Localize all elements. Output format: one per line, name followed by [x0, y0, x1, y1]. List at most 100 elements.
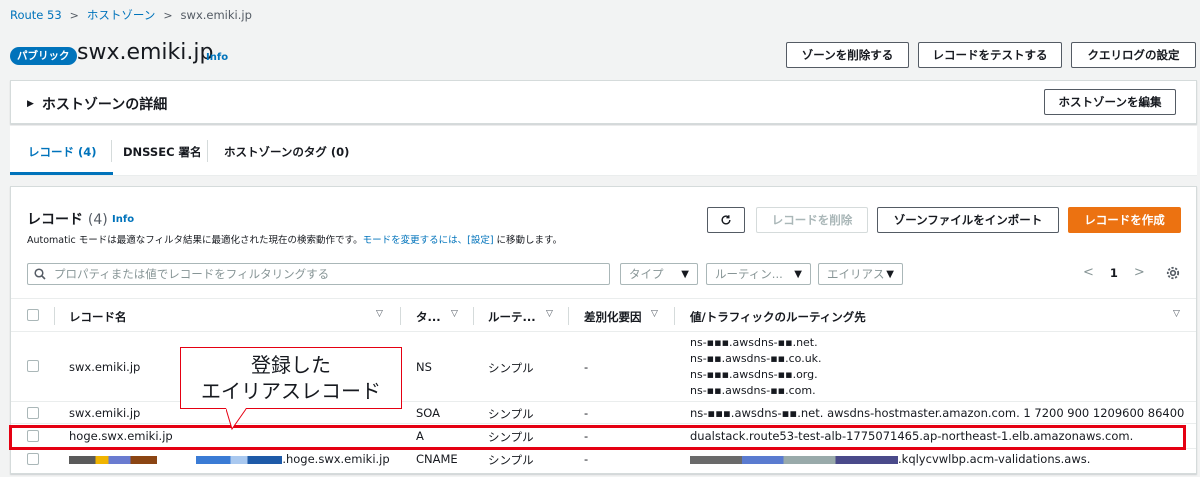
- record-name: swx.emiki.jp: [69, 406, 141, 420]
- pagination: < 1 >: [1083, 265, 1145, 280]
- caret-down-icon: ▼: [886, 268, 894, 280]
- delete-zone-button[interactable]: ゾーンを削除する: [786, 42, 909, 68]
- redacted-block: [690, 455, 898, 464]
- ns-value: ns-▪▪▪.awsdns-▪▪.net.: [690, 336, 818, 349]
- col-differentiator[interactable]: 差別化要因: [584, 309, 642, 325]
- chevron-right-icon: >: [69, 8, 79, 22]
- chevron-right-icon: >: [163, 8, 173, 22]
- test-record-button[interactable]: レコードをテストする: [918, 42, 1062, 68]
- breadcrumb-route53[interactable]: Route 53: [10, 8, 62, 22]
- search-input[interactable]: [52, 266, 592, 282]
- records-info-link[interactable]: Info: [112, 214, 134, 225]
- column-divider: [674, 307, 675, 325]
- column-divider: [54, 307, 55, 325]
- routing-filter-label: ルーティン...: [715, 267, 783, 281]
- ns-value: ns-▪▪▪.awsdns-▪▪.org.: [690, 368, 818, 381]
- tabs: レコード (4) DNSSEC 署名 ホストゾーンのタグ (0): [10, 126, 1197, 176]
- record-name: swx.emiki.jp: [69, 360, 141, 374]
- col-record-name[interactable]: レコード名: [69, 309, 127, 325]
- settings-link[interactable]: モードを変更するには、[設定]: [363, 235, 494, 246]
- search-icon: [34, 268, 46, 280]
- details-toggle[interactable]: ▶ ホストゾーンの詳細: [27, 94, 167, 114]
- details-title: ホストゾーンの詳細: [41, 97, 168, 113]
- breadcrumb: Route 53 > ホストゾーン > swx.emiki.jp: [10, 7, 252, 23]
- routing-filter-select[interactable]: ルーティン... ▼: [706, 263, 811, 285]
- tab-tags[interactable]: ホストゾーンのタグ (0): [224, 144, 349, 160]
- page-title: swx.emiki.jp: [77, 40, 214, 65]
- table-row[interactable]: .hoge.swx.emiki.jp CNAME シンプル - .kqlycvw…: [11, 450, 1196, 474]
- public-badge: パブリック: [10, 47, 77, 65]
- page-number[interactable]: 1: [1110, 266, 1118, 280]
- edit-zone-button[interactable]: ホストゾーンを編集: [1044, 89, 1176, 115]
- redacted-block: [69, 455, 157, 464]
- record-value-text: .kqlycvwlbp.acm-validations.aws.: [898, 452, 1091, 466]
- gear-icon[interactable]: [1166, 266, 1180, 280]
- info-link[interactable]: Info: [206, 52, 228, 63]
- type-filter-label: タイプ: [629, 267, 664, 281]
- caret-right-icon: ▶: [27, 99, 34, 109]
- annotation-callout: 登録した エイリアスレコード: [180, 347, 402, 409]
- breadcrumb-hosted-zones[interactable]: ホストゾーン: [87, 7, 155, 23]
- query-log-button[interactable]: クエリログの設定: [1071, 42, 1196, 68]
- select-all-checkbox[interactable]: [27, 309, 39, 321]
- record-value: .kqlycvwlbp.acm-validations.aws.: [690, 452, 1090, 466]
- create-record-button[interactable]: レコードを作成: [1068, 207, 1181, 233]
- column-divider: [568, 307, 569, 325]
- import-zone-file-button[interactable]: ゾーンファイルをインポート: [877, 207, 1059, 233]
- col-value[interactable]: 値/トラフィックのルーティング先: [690, 309, 866, 325]
- table-header: レコード名 ▽ タ... ▽ ルーテ... ▽ 差別化要因 ▽ 値/トラフィック…: [11, 298, 1196, 332]
- record-value: ns-▪▪▪.awsdns-▪▪.net. awsdns-hostmaster.…: [690, 406, 1185, 420]
- active-tab-indicator: [10, 172, 113, 175]
- row-checkbox[interactable]: [27, 407, 39, 419]
- record-diff: -: [584, 406, 589, 420]
- column-divider: [473, 307, 474, 325]
- callout-pointer: [226, 408, 247, 431]
- tab-divider: [111, 140, 112, 162]
- sort-icon[interactable]: ▽: [1173, 309, 1180, 319]
- record-diff: -: [584, 360, 589, 374]
- next-page-icon[interactable]: >: [1134, 265, 1145, 280]
- record-name: .hoge.swx.emiki.jp: [69, 452, 390, 466]
- delete-record-button[interactable]: レコードを削除: [756, 207, 868, 233]
- ns-value: ns-▪▪.awsdns-▪▪.co.uk.: [690, 352, 822, 365]
- alias-filter-label: エイリアス: [827, 267, 885, 281]
- records-description: Automatic モードは最適なフィルタ結果に最適化された現在の検索動作です。…: [27, 232, 562, 246]
- record-diff: -: [584, 452, 589, 466]
- record-type: NS: [416, 360, 432, 374]
- records-count: (4): [87, 212, 108, 228]
- sort-icon[interactable]: ▽: [651, 309, 658, 319]
- record-routing: シンプル: [488, 453, 534, 467]
- row-checkbox[interactable]: [27, 360, 39, 372]
- sort-icon[interactable]: ▽: [546, 309, 553, 319]
- tab-records[interactable]: レコード (4): [28, 144, 97, 160]
- redacted-block: [196, 455, 283, 464]
- record-routing: シンプル: [488, 407, 534, 421]
- breadcrumb-current: swx.emiki.jp: [180, 8, 252, 22]
- records-title-text: レコード: [27, 212, 83, 228]
- tab-dnssec[interactable]: DNSSEC 署名: [123, 144, 202, 160]
- col-type[interactable]: タ...: [416, 309, 441, 325]
- refresh-icon: [721, 215, 731, 225]
- row-checkbox[interactable]: [27, 453, 39, 465]
- records-title: レコード (4): [27, 209, 108, 229]
- refresh-button[interactable]: [707, 207, 745, 233]
- caret-down-icon: ▼: [681, 268, 689, 280]
- record-type: CNAME: [416, 452, 458, 466]
- ns-value: ns-▪▪.awsdns-▪▪.com.: [690, 384, 816, 397]
- record-type: SOA: [416, 406, 441, 420]
- hosted-zone-details-panel: ▶ ホストゾーンの詳細 ホストゾーンを編集: [10, 80, 1197, 124]
- sort-icon[interactable]: ▽: [376, 309, 383, 319]
- highlight-box: [9, 425, 1186, 450]
- prev-page-icon[interactable]: <: [1083, 265, 1094, 280]
- annotation-line2: エイリアスレコード: [201, 379, 381, 403]
- desc-suffix: に移動します。: [493, 235, 563, 246]
- alias-filter-select[interactable]: エイリアス ▼: [818, 263, 903, 285]
- record-filter: [27, 263, 610, 285]
- record-name-text: .hoge.swx.emiki.jp: [282, 452, 390, 466]
- col-routing[interactable]: ルーテ...: [488, 309, 536, 325]
- sort-icon[interactable]: ▽: [451, 309, 458, 319]
- column-divider: [400, 307, 401, 325]
- type-filter-select[interactable]: タイプ ▼: [620, 263, 698, 285]
- annotation-line1: 登録した: [251, 353, 331, 377]
- record-routing: シンプル: [488, 361, 534, 375]
